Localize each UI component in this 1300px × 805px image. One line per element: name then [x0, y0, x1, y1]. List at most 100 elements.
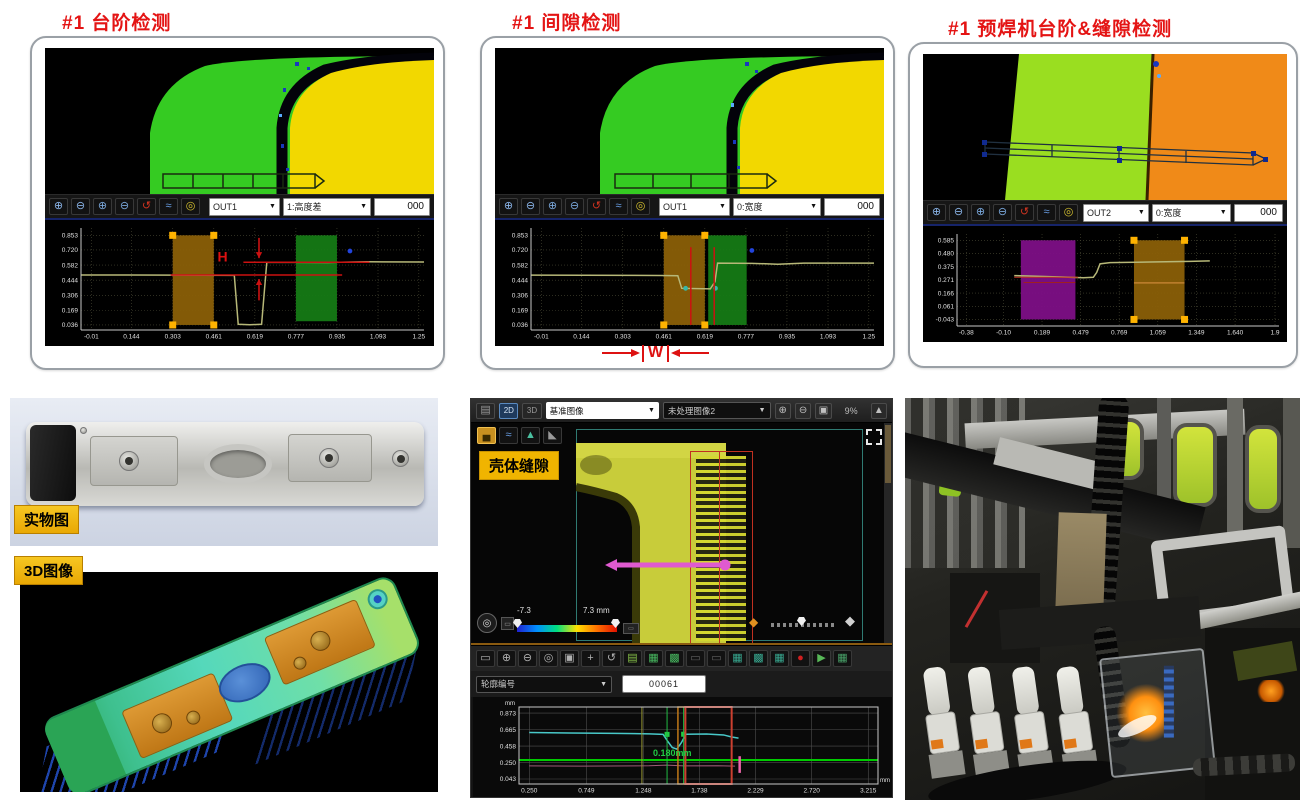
zoom-area-icon[interactable]: ⊖ [993, 204, 1012, 221]
output-select[interactable]: OUT1▼ [659, 198, 730, 216]
photo-label-tag: 实物图 [14, 505, 79, 534]
measure-value-field[interactable]: 000 [374, 198, 430, 216]
waveform-icon[interactable]: ≈ [609, 198, 628, 215]
chevron-down-icon: ▼ [759, 407, 766, 414]
zoom-level: 9% [845, 406, 858, 416]
zoom-fit-icon[interactable]: ▣ [560, 650, 579, 667]
step-toolbar-icons: ⊕⊖⊕⊖↺≈◎ [49, 198, 200, 215]
grid-icon[interactable]: ▦ [728, 650, 747, 667]
report-icon[interactable]: ▦ [833, 650, 852, 667]
select-icon[interactable]: ▭ [476, 650, 495, 667]
mask-icon[interactable]: ▩ [665, 650, 684, 667]
ref-image-icon[interactable]: ▭ [686, 650, 705, 667]
export-icon[interactable]: ▶ [812, 650, 831, 667]
grid3-icon[interactable]: ▦ [770, 650, 789, 667]
tab-3d[interactable]: 3D [522, 403, 541, 419]
measure-tool-icon[interactable]: ◎ [631, 198, 650, 215]
height-image-icon[interactable]: ▄ [477, 427, 496, 444]
vertical-scrollbar[interactable] [884, 423, 892, 645]
center-oval-boss [204, 444, 272, 484]
list-view-tab[interactable]: ▤ [476, 403, 495, 419]
svg-text:1.093: 1.093 [820, 334, 837, 341]
zoom-in-icon[interactable]: ⊕ [49, 198, 68, 215]
marker-diamond-icon[interactable]: ◆ [845, 613, 855, 629]
svg-text:mm: mm [880, 778, 890, 784]
measure-tool-icon[interactable]: ◎ [1059, 204, 1078, 221]
measure-tool-icon[interactable]: ◎ [181, 198, 200, 215]
scale-mode-button[interactable]: ▭ [623, 623, 639, 634]
measure-select[interactable]: 0:宽度▼ [733, 198, 821, 216]
zoom-area-icon[interactable]: ⊖ [115, 198, 134, 215]
profile-mode-icon[interactable]: ≈ [499, 427, 518, 444]
measure-value-field[interactable]: 000 [1234, 204, 1283, 222]
measure-select[interactable]: 1:高度差▼ [283, 198, 371, 216]
zoom-select-icon[interactable]: ◎ [539, 650, 558, 667]
zoom-out-button[interactable]: ⊖ [795, 403, 811, 419]
undo-icon[interactable]: ↺ [137, 198, 156, 215]
annotation-bar [642, 345, 644, 362]
zoom-out-icon[interactable]: ⊖ [71, 198, 90, 215]
svg-text:0.303: 0.303 [165, 334, 182, 341]
zoom-in-icon[interactable]: ⊕ [499, 198, 518, 215]
waveform-icon[interactable]: ≈ [1037, 204, 1056, 221]
svg-text:0.036: 0.036 [62, 322, 79, 329]
scrollbar-thumb[interactable] [885, 425, 891, 483]
terrain-mode-icon[interactable]: ▲ [521, 427, 540, 444]
preweld-profile-graph[interactable]: 0.5850.4800.3750.2710.1660.061-0.043-0.3… [923, 224, 1287, 342]
record-icon[interactable]: ● [791, 650, 810, 667]
grid2-icon[interactable]: ▩ [749, 650, 768, 667]
source-image-select[interactable]: 基准图像▼ [546, 402, 659, 419]
target-button[interactable]: ◎ [477, 613, 497, 633]
profile-number-field[interactable]: 00061 [622, 675, 706, 693]
gap-profile-graph[interactable]: 0.8530.7200.5820.4440.3060.1690.036-0.01… [495, 218, 884, 346]
svg-text:-0.043: -0.043 [936, 317, 955, 324]
zoom-out-icon[interactable]: ⊖ [521, 198, 540, 215]
preweld-toolbar: ⊕⊖⊕⊖↺≈◎ OUT2▼ 0:宽度▼ 000 [923, 200, 1287, 224]
processing-image-select[interactable]: 未处理图像2▼ [663, 402, 771, 419]
pan-icon[interactable]: + [581, 650, 600, 667]
svg-text:0.479: 0.479 [1072, 330, 1089, 337]
scale-options-button[interactable]: ▭ [501, 617, 514, 630]
zoom-in-icon[interactable]: ⊕ [497, 650, 516, 667]
compare-icon[interactable]: ▦ [644, 650, 663, 667]
zoom-in-button[interactable]: ⊕ [775, 403, 791, 419]
svg-text:0.189: 0.189 [1034, 330, 1051, 337]
svg-text:0.619: 0.619 [247, 334, 264, 341]
svg-text:1.640: 1.640 [1227, 330, 1244, 337]
measure-value-field[interactable]: 000 [824, 198, 880, 216]
undo-icon[interactable]: ↺ [1015, 204, 1034, 221]
waveform-icon[interactable]: ≈ [159, 198, 178, 215]
seam-profile-graph[interactable]: 0.180mm0.8730.6650.4580.2500.0430.2500.7… [473, 697, 892, 797]
rotate-icon[interactable]: ↺ [602, 650, 621, 667]
fullscreen-icon[interactable] [866, 429, 882, 445]
scale-max-label: 7.3 mm [583, 606, 610, 615]
measure-select[interactable]: 0:宽度▼ [1152, 204, 1231, 222]
ref-image2-icon[interactable]: ▭ [707, 650, 726, 667]
screw-hole [119, 451, 139, 471]
position-slider[interactable] [771, 623, 837, 627]
annotation-bar [667, 345, 669, 362]
contact-mode-icon[interactable]: ◣ [543, 427, 562, 444]
marker-diamond-icon[interactable]: ◆ [749, 615, 758, 629]
profile-number-select[interactable]: 轮廓编号▼ [476, 676, 612, 693]
step-inspection-card: ⊕⊖⊕⊖↺≈◎ OUT1▼ 1:高度差▼ 000 H0.8530.7200.58… [30, 36, 445, 370]
capture-button[interactable]: ▲ [871, 403, 887, 419]
zoom-in-icon[interactable]: ⊕ [927, 204, 946, 221]
zoom-fit-button[interactable]: ▣ [815, 403, 831, 419]
undo-icon[interactable]: ↺ [587, 198, 606, 215]
zoom-fit-icon[interactable]: ⊕ [93, 198, 112, 215]
svg-text:0.250: 0.250 [521, 788, 538, 795]
tab-2d[interactable]: 2D [499, 403, 518, 419]
output-select[interactable]: OUT2▼ [1083, 204, 1149, 222]
seam-roi-box[interactable] [690, 451, 753, 644]
zoom-out-icon[interactable]: ⊖ [518, 650, 537, 667]
layer-icon[interactable]: ▤ [623, 650, 642, 667]
output-select[interactable]: OUT1▼ [209, 198, 280, 216]
step-profile-graph[interactable]: H0.8530.7200.5820.4440.3060.1690.036-0.0… [45, 218, 434, 346]
zoom-fit-icon[interactable]: ⊕ [971, 204, 990, 221]
slide-canvas: { "top_panels": [ { "title": "#1 台阶检测", … [0, 0, 1300, 805]
zoom-out-icon[interactable]: ⊖ [949, 204, 968, 221]
machine-window [1173, 423, 1217, 507]
zoom-fit-icon[interactable]: ⊕ [543, 198, 562, 215]
zoom-area-icon[interactable]: ⊖ [565, 198, 584, 215]
